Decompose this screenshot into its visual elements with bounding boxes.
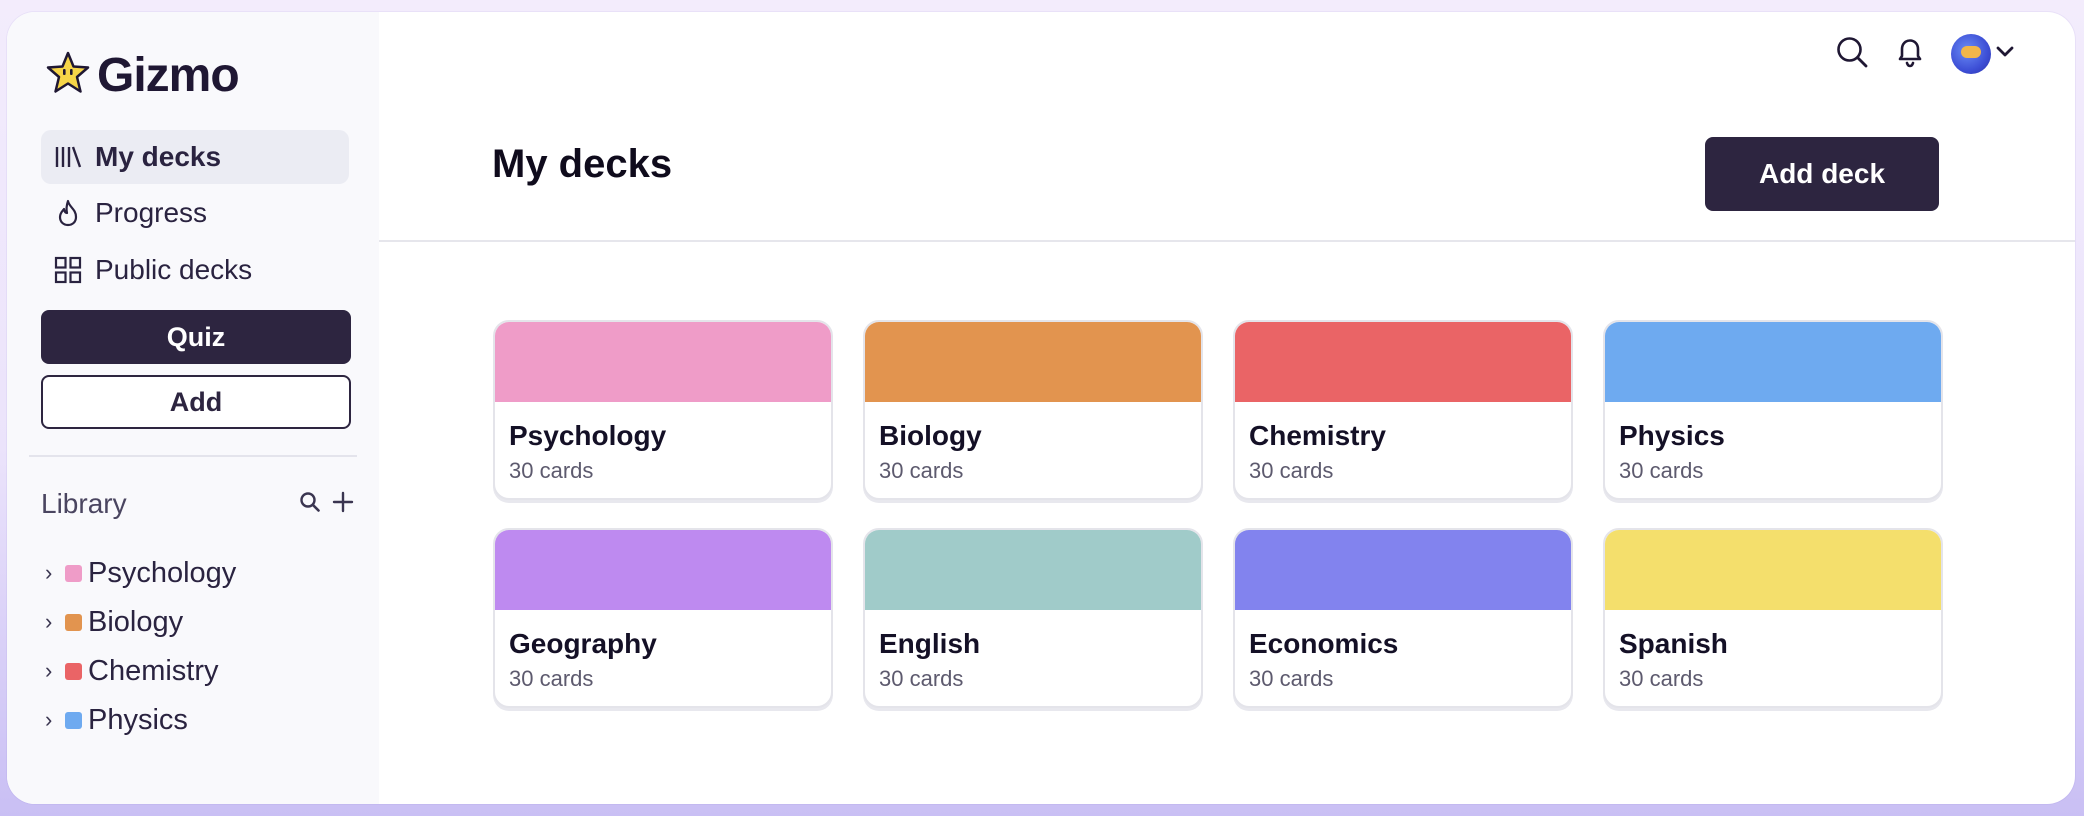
deck-color-banner	[495, 530, 831, 610]
deck-card-economics[interactable]: Economics 30 cards	[1233, 528, 1573, 708]
deck-card-count: 30 cards	[509, 458, 594, 483]
deck-color-swatch	[65, 613, 82, 631]
deck-color-banner	[1235, 322, 1571, 402]
search-icon[interactable]	[1835, 35, 1869, 74]
deck-color-banner	[1605, 530, 1941, 610]
deck-card-count: 30 cards	[1619, 666, 1704, 691]
deck-color-banner	[1605, 322, 1941, 402]
library-heading: Library	[41, 488, 127, 519]
deck-name: English	[879, 628, 981, 659]
library-item-label: Physics	[88, 703, 188, 736]
library-item-physics[interactable]: › Physics	[45, 700, 188, 740]
deck-name: Geography	[509, 628, 657, 659]
nav-progress[interactable]: Progress	[41, 186, 349, 240]
deck-color-banner	[495, 322, 831, 402]
deck-card-count: 30 cards	[509, 666, 594, 691]
deck-card-psychology[interactable]: Psychology 30 cards	[493, 320, 833, 500]
nav-label: My decks	[95, 141, 222, 172]
nav-public-decks[interactable]: Public decks	[41, 243, 349, 297]
deck-color-banner	[865, 322, 1201, 402]
header-divider	[379, 240, 2075, 242]
topbar-actions	[1835, 34, 2015, 74]
page-title: My decks	[492, 142, 673, 186]
chevron-right-icon[interactable]: ›	[45, 658, 59, 684]
quiz-button[interactable]: Quiz	[41, 310, 351, 364]
deck-card-english[interactable]: English 30 cards	[863, 528, 1203, 708]
chevron-right-icon[interactable]: ›	[45, 609, 59, 635]
deck-color-banner	[865, 530, 1201, 610]
library-item-chemistry[interactable]: › Chemistry	[45, 651, 219, 691]
library-add-icon[interactable]	[331, 490, 355, 519]
deck-card-count: 30 cards	[1249, 458, 1334, 483]
deck-color-swatch	[65, 564, 82, 582]
library-item-label: Biology	[88, 605, 184, 638]
avatar	[1951, 34, 1991, 74]
deck-card-count: 30 cards	[1619, 458, 1704, 483]
grid-icon	[53, 255, 83, 285]
deck-color-swatch	[65, 662, 82, 680]
logo[interactable]: Gizmo	[45, 48, 240, 103]
deck-card-geography[interactable]: Geography 30 cards	[493, 528, 833, 708]
deck-card-chemistry[interactable]: Chemistry 30 cards	[1233, 320, 1573, 500]
deck-name: Economics	[1249, 628, 1399, 659]
nav-label: Public decks	[95, 254, 253, 285]
library-item-psychology[interactable]: › Psychology	[45, 553, 236, 593]
deck-name: Physics	[1619, 420, 1725, 451]
deck-name: Psychology	[509, 420, 667, 451]
flame-icon	[53, 198, 83, 228]
deck-card-count: 30 cards	[1249, 666, 1334, 691]
logo-text: Gizmo	[97, 49, 240, 102]
add-deck-button[interactable]: Add deck	[1705, 137, 1939, 211]
deck-name: Chemistry	[1249, 420, 1386, 451]
deck-grid: Psychology 30 cards Biology 30 cards Che…	[493, 320, 1949, 708]
nav-my-decks[interactable]: My decks	[41, 130, 349, 184]
deck-name: Spanish	[1619, 628, 1728, 659]
deck-card-count: 30 cards	[879, 458, 964, 483]
library-item-label: Psychology	[88, 556, 237, 589]
library-icon	[53, 142, 83, 172]
app-window: Gizmo My decks Progress Public decks Qui…	[7, 12, 2075, 804]
library-item-label: Chemistry	[88, 654, 219, 687]
account-menu[interactable]	[1951, 34, 2015, 74]
library-search-icon[interactable]	[299, 491, 321, 518]
deck-name: Biology	[879, 420, 982, 451]
deck-card-count: 30 cards	[879, 666, 964, 691]
library-item-biology[interactable]: › Biology	[45, 602, 183, 642]
add-button[interactable]: Add	[41, 375, 351, 429]
chevron-down-icon	[1995, 45, 2015, 64]
bell-icon[interactable]	[1893, 35, 1927, 74]
chevron-right-icon[interactable]: ›	[45, 707, 59, 733]
star-logo-icon	[45, 50, 91, 101]
nav-label: Progress	[95, 197, 208, 228]
deck-color-swatch	[65, 711, 82, 729]
deck-color-banner	[1235, 530, 1571, 610]
deck-card-biology[interactable]: Biology 30 cards	[863, 320, 1203, 500]
sidebar: Gizmo My decks Progress Public decks Qui…	[7, 12, 379, 804]
deck-card-physics[interactable]: Physics 30 cards	[1603, 320, 1943, 500]
library-actions	[299, 490, 355, 519]
deck-card-spanish[interactable]: Spanish 30 cards	[1603, 528, 1943, 708]
chevron-right-icon[interactable]: ›	[45, 560, 59, 586]
sidebar-divider	[29, 455, 357, 457]
